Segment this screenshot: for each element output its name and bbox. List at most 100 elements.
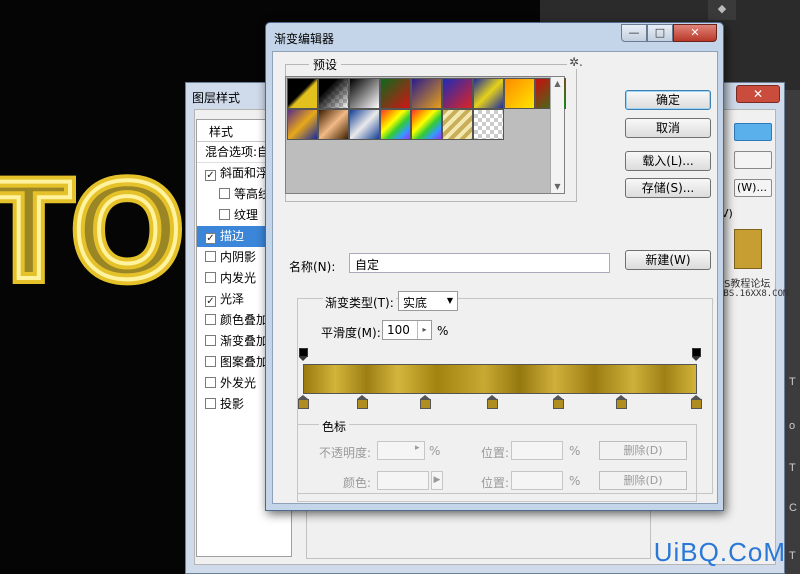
save-button[interactable]: 存储(S)... bbox=[625, 178, 711, 198]
right-panel-strip: T o T C T bbox=[784, 90, 800, 574]
style-list-item-label: 颜色叠加 bbox=[220, 313, 269, 327]
opacity-location-input bbox=[511, 441, 563, 460]
checkbox-icon[interactable] bbox=[205, 335, 216, 346]
style-list-item-label: 内阴影 bbox=[220, 250, 257, 264]
strip-letter: T bbox=[789, 462, 796, 474]
color-delete-button: 删除(D) bbox=[599, 471, 687, 490]
checkbox-icon[interactable] bbox=[205, 314, 216, 325]
gradient-preset-swatch[interactable] bbox=[411, 109, 442, 140]
presets-scrollbar[interactable]: ▲ ▼ bbox=[550, 77, 564, 193]
opacity-stop-icon[interactable] bbox=[692, 348, 701, 361]
style-list-item-label: 内发光 bbox=[220, 271, 257, 285]
checked-checkbox-icon[interactable]: ✓ bbox=[205, 296, 216, 307]
gradient-preset-swatch[interactable] bbox=[473, 78, 504, 109]
style-list-item-label: 光泽 bbox=[220, 292, 245, 306]
checkbox-icon[interactable] bbox=[205, 356, 216, 367]
layer-new-style-button[interactable]: (W)... bbox=[734, 179, 772, 197]
strip-letter: C bbox=[789, 502, 797, 514]
opacity-location-percent: % bbox=[569, 444, 581, 458]
color-stop-icon[interactable] bbox=[486, 395, 498, 409]
style-list-item-label: 渐变叠加 bbox=[220, 334, 269, 348]
gradient-preset-swatch[interactable] bbox=[349, 78, 380, 109]
color-stop-icon[interactable] bbox=[553, 395, 565, 409]
checkbox-icon[interactable] bbox=[205, 251, 216, 262]
gradient-editor-dialog: 渐变编辑器 — □ ✕ 预设 ✲. 确定 取消 载入(L)... 存储(S)..… bbox=[265, 22, 724, 511]
color-label: 颜色: bbox=[343, 476, 372, 490]
color-stop-icon[interactable] bbox=[356, 395, 368, 409]
checkbox-icon[interactable] bbox=[205, 398, 216, 409]
style-list-item-label: 图案叠加 bbox=[220, 355, 269, 369]
gradient-preset-swatch[interactable] bbox=[504, 78, 535, 109]
layer-cancel-button[interactable] bbox=[734, 151, 772, 169]
strip-letter: o bbox=[789, 420, 796, 432]
opacity-delete-button: 删除(D) bbox=[599, 441, 687, 460]
smoothness-label: 平滑度(M): bbox=[321, 326, 381, 340]
window-controls: — □ ✕ bbox=[621, 24, 717, 42]
gradient-type-select[interactable]: 实底 ▼ bbox=[398, 291, 458, 311]
chevron-down-icon: ▼ bbox=[446, 296, 453, 305]
opacity-chevron-icon: ▸ bbox=[415, 443, 420, 453]
gradient-type-label: 渐变类型(T): bbox=[323, 294, 396, 311]
checkbox-icon[interactable] bbox=[219, 209, 230, 220]
smoothness-input[interactable]: 100 ▸ bbox=[382, 320, 432, 340]
smoothness-value: 100 bbox=[387, 323, 410, 337]
opacity-stop-icon[interactable] bbox=[299, 348, 308, 361]
gradient-preset-swatch[interactable] bbox=[411, 78, 442, 109]
color-chevron-icon: ▶ bbox=[431, 471, 443, 490]
scroll-down-icon[interactable]: ▼ bbox=[551, 182, 564, 191]
name-input[interactable]: 自定 bbox=[349, 253, 610, 273]
load-button[interactable]: 载入(L)... bbox=[625, 151, 711, 171]
color-location-label: 位置: bbox=[481, 476, 510, 490]
gradient-bar[interactable] bbox=[303, 364, 697, 394]
strip-letter: T bbox=[789, 376, 796, 388]
canvas-gold-text-highlight: TO bbox=[0, 151, 186, 308]
gradient-preset-swatch[interactable] bbox=[318, 78, 349, 109]
gradient-preset-swatch[interactable] bbox=[318, 109, 349, 140]
gradient-type-value: 实底 bbox=[403, 296, 428, 310]
gradient-preset-swatch[interactable] bbox=[442, 109, 473, 140]
layer-style-title: 图层样式 bbox=[192, 91, 241, 105]
opacity-percent: % bbox=[429, 444, 441, 458]
style-list-item-label: 纹理 bbox=[234, 208, 259, 222]
color-stop-icon[interactable] bbox=[419, 395, 431, 409]
gradient-preset-swatch[interactable] bbox=[442, 78, 473, 109]
presets-label: 预设 bbox=[309, 56, 342, 73]
chevron-right-icon[interactable]: ▸ bbox=[417, 321, 431, 339]
gradient-preset-swatch[interactable] bbox=[473, 109, 504, 140]
ok-button[interactable]: 确定 bbox=[625, 90, 711, 110]
gradient-preset-swatch[interactable] bbox=[380, 109, 411, 140]
gradient-preset-swatch[interactable] bbox=[380, 78, 411, 109]
gradient-preset-swatch[interactable] bbox=[287, 78, 318, 109]
checkbox-icon[interactable] bbox=[219, 188, 230, 199]
gradient-preset-swatch[interactable] bbox=[349, 109, 380, 140]
name-label: 名称(N): bbox=[289, 260, 336, 274]
color-stop-icon[interactable] bbox=[616, 395, 628, 409]
strip-letter: T bbox=[789, 550, 796, 562]
checkbox-icon[interactable] bbox=[205, 272, 216, 283]
style-preview-swatch bbox=[734, 229, 762, 269]
checkbox-icon[interactable] bbox=[205, 377, 216, 388]
layer-ok-button[interactable] bbox=[734, 123, 772, 141]
opacity-label: 不透明度: bbox=[319, 446, 372, 460]
checked-checkbox-icon[interactable]: ✓ bbox=[205, 233, 216, 244]
close-icon[interactable]: ✕ bbox=[673, 24, 717, 42]
minimize-icon[interactable]: — bbox=[621, 24, 647, 42]
checked-checkbox-icon[interactable]: ✓ bbox=[205, 170, 216, 181]
maximize-icon[interactable]: □ bbox=[647, 24, 673, 42]
smoothness-percent: % bbox=[437, 324, 449, 338]
panel-collapse-icon[interactable]: ◆ bbox=[708, 0, 736, 20]
color-stop-icon[interactable] bbox=[298, 395, 309, 409]
style-list-item-label: 投影 bbox=[220, 397, 245, 411]
gradient-preset-swatch[interactable] bbox=[287, 109, 318, 140]
color-location-percent: % bbox=[569, 474, 581, 488]
style-list-item-label: 描边 bbox=[220, 229, 245, 243]
site-watermark: UiBQ.CoM bbox=[653, 537, 786, 567]
cancel-button[interactable]: 取消 bbox=[625, 118, 711, 138]
color-stop-icon[interactable] bbox=[691, 395, 702, 409]
color-location-input bbox=[511, 471, 563, 490]
scroll-up-icon[interactable]: ▲ bbox=[551, 79, 564, 88]
new-button[interactable]: 新建(W) bbox=[625, 250, 711, 270]
site-caption: PS教程论坛 bbox=[718, 279, 771, 290]
presets-gear-icon[interactable]: ✲. bbox=[567, 55, 585, 69]
layer-style-close-button[interactable]: ✕ bbox=[736, 85, 780, 103]
